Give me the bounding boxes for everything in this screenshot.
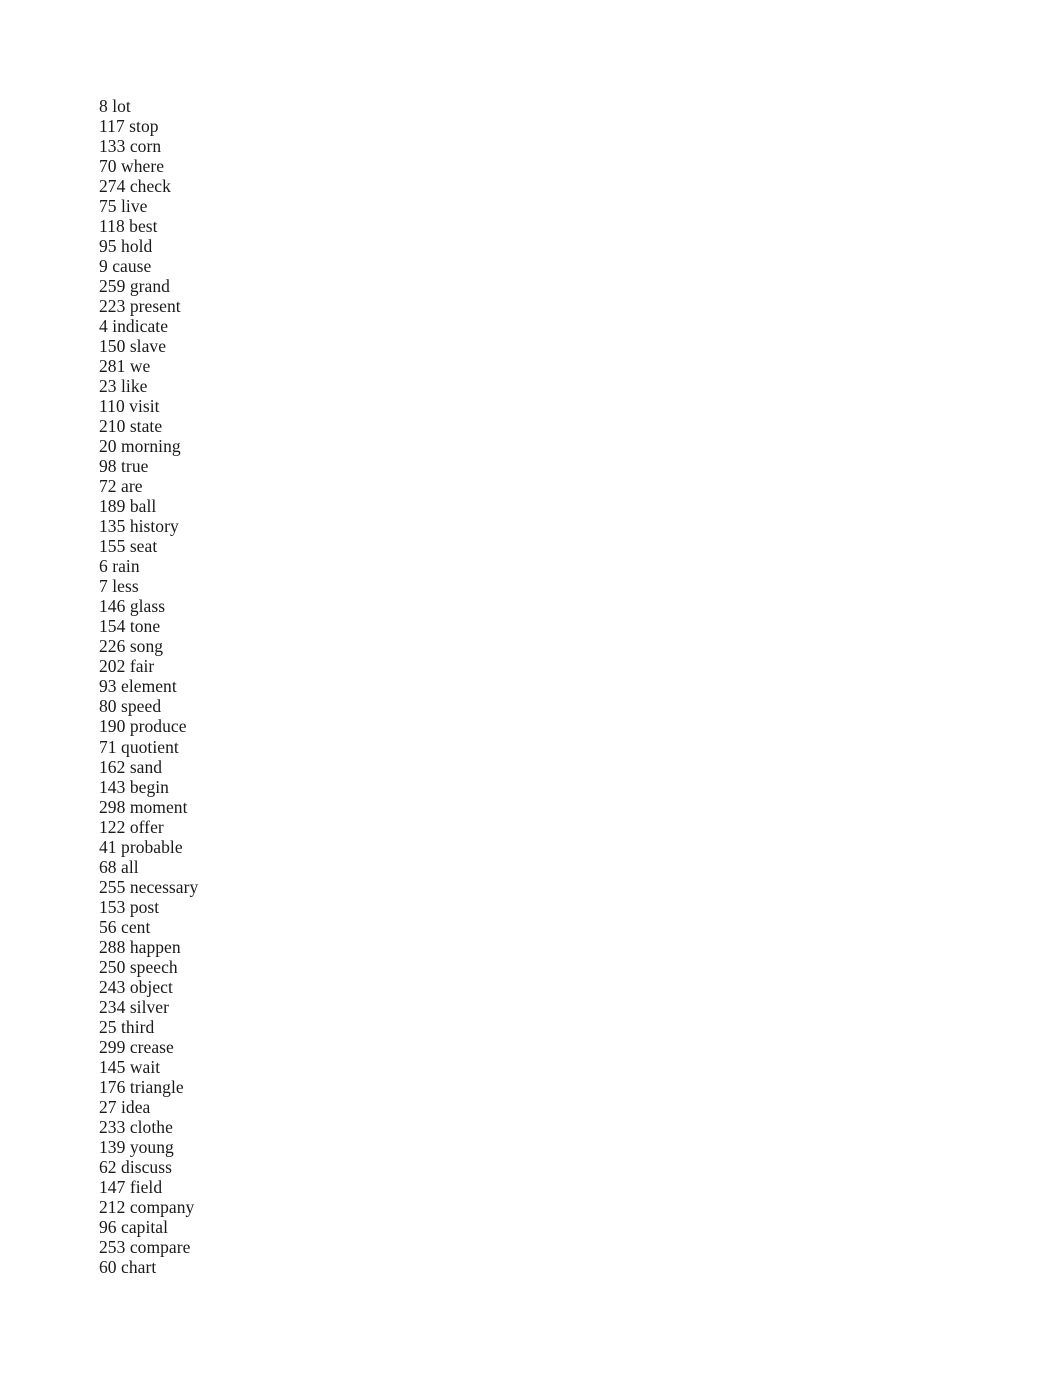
list-item: 298 moment [99,796,188,817]
list-item: 6 rain [99,556,140,577]
list-item: 139 young [99,1136,174,1157]
list-item: 226 song [99,636,164,657]
list-item: 98 true [99,456,149,477]
list-item: 210 state [99,416,163,437]
list-item: 253 compare [99,1236,191,1257]
list-item: 146 glass [99,596,166,617]
list-item: 96 capital [99,1216,169,1237]
document-page: 8 lot 117 stop 133 corn 70 where 274 check 75… [0,0,1062,1376]
list-item: 110 visit [99,396,160,417]
list-item: 95 hold [99,236,153,257]
list-item: 233 clothe [99,1116,173,1137]
list-item: 281 we [99,356,151,377]
list-item: 288 happen [99,936,181,957]
list-item: 162 sand [99,756,163,777]
list-item: 133 corn [99,136,162,157]
list-item: 243 object [99,976,173,997]
list-item: 189 ball [99,496,157,517]
list-item: 8 lot [99,96,131,116]
list-item: 150 slave [99,336,167,357]
list-item: 135 history [99,516,179,537]
list-item: 25 third [99,1016,155,1037]
list-item: 70 where [99,156,165,177]
list-item: 20 morning [99,436,181,457]
list-item: 27 idea [99,1096,151,1117]
list-item: 259 grand [99,276,170,297]
list-item: 153 post [99,896,160,917]
list-item: 80 speed [99,696,162,717]
list-item: 72 are [99,476,143,497]
list-item: 118 best [99,216,158,237]
list-item: 75 live [99,196,148,217]
list-item: 145 wait [99,1056,161,1077]
list-item: 147 field [99,1176,163,1197]
list-item: 9 cause [99,256,152,277]
list-item: 7 less [99,576,139,597]
list-item: 122 offer [99,816,164,837]
list-item: 154 tone [99,616,161,637]
list-item: 202 fair [99,656,155,677]
list-item: 143 begin [99,776,169,797]
list-item: 274 check [99,176,171,197]
list-item: 299 crease [99,1036,174,1057]
list-item: 4 indicate [99,316,169,337]
list-item: 56 cent [99,916,151,937]
list-item: 255 necessary [99,876,199,897]
list-item: 190 produce [99,716,187,737]
list-item: 212 company [99,1196,195,1217]
list-item: 234 silver [99,996,170,1017]
list-item: 71 quotient [99,736,179,757]
list-item: 62 discuss [99,1156,172,1177]
list-item: 41 probable [99,836,183,857]
list-item: 117 stop [99,116,159,137]
list-item: 250 speech [99,956,178,977]
list-item: 23 like [99,376,148,397]
list-item: 93 element [99,676,177,697]
list-item: 176 triangle [99,1076,184,1097]
list-item: 68 all [99,856,139,877]
list-item: 60 chart [99,1256,157,1277]
list-item: 155 seat [99,536,158,557]
word-list: 8 lot 117 stop 133 corn 70 where 274 check 75… [99,96,959,1277]
list-item: 223 present [99,296,181,317]
